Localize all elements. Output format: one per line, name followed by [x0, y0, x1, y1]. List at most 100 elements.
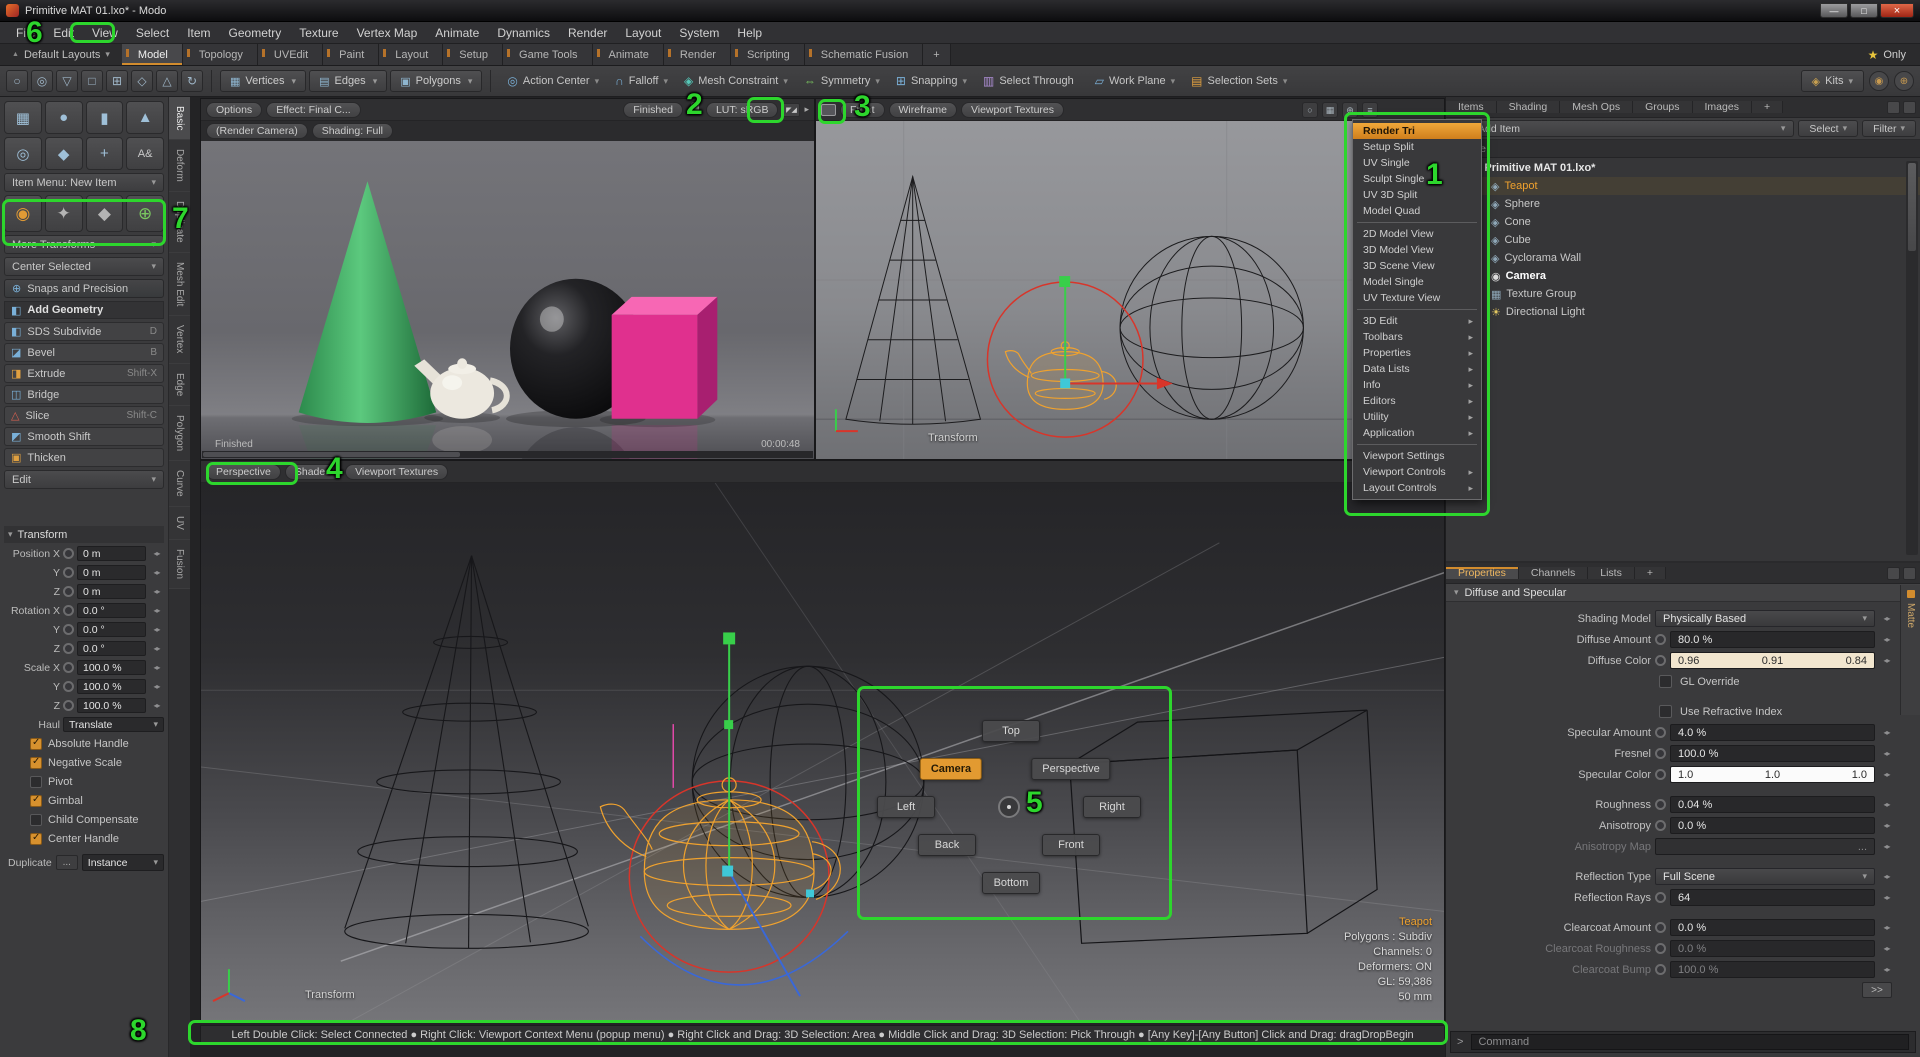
reflection-type-select[interactable]: Full Scene [1655, 868, 1875, 885]
channel-ring-icon[interactable] [1655, 922, 1666, 933]
context-menu-item[interactable]: Model Quad [1353, 203, 1481, 219]
perspective-viewport[interactable]: Perspective Shaded Viewport Textures + [200, 460, 1445, 1022]
menu-item[interactable]: Vertex Map [349, 24, 426, 42]
channel-ring-icon[interactable] [63, 605, 74, 616]
select-button[interactable]: Select [1798, 120, 1859, 137]
toolbar-tool-button[interactable]: ⇔ Symmetry ▾ [796, 70, 888, 92]
context-menu-item[interactable]: Layout Controls ▸ [1353, 480, 1481, 496]
mini-slider-arrows[interactable] [149, 549, 164, 558]
toolbar-tool-button[interactable]: ▤ Selection Sets ▾ [1183, 70, 1295, 92]
default-layouts-dropdown[interactable]: Default Layouts [0, 44, 122, 65]
mini-slider-arrows[interactable] [149, 606, 164, 615]
anisotropy-input[interactable]: 0.0 % [1670, 817, 1875, 834]
menu-item[interactable]: Select [128, 24, 177, 42]
item-row[interactable]: ☀ Directional Light [1446, 303, 1920, 321]
render-shading-dropdown[interactable]: Shading: Full [311, 123, 393, 139]
more-transforms-dropdown[interactable]: More Transforms [4, 235, 164, 254]
numeric-input[interactable]: 0 m [77, 565, 146, 580]
zoom-icon[interactable]: ○ [1302, 102, 1318, 118]
layout-tab[interactable]: Model [121, 44, 183, 65]
toolbar-icon[interactable]: ↻ [181, 70, 203, 92]
item-row[interactable]: ◈ Cyclorama Wall [1446, 249, 1920, 267]
layout-tab[interactable]: Schematic Fusion [804, 44, 924, 65]
context-menu-item[interactable]: Properties ▸ [1353, 345, 1481, 361]
menu-item[interactable]: Render [560, 24, 615, 42]
menu-icon[interactable]: ≡ [1362, 102, 1378, 118]
item-row[interactable]: ◈ Sphere [1446, 195, 1920, 213]
primitive-tool-button[interactable]: ▦ [4, 101, 42, 134]
channel-ring-icon[interactable] [1655, 634, 1666, 645]
numeric-input[interactable]: 100.0 % [77, 698, 146, 713]
mini-slider-arrows[interactable] [1879, 842, 1894, 851]
sidebar-vertical-tab[interactable]: Curve [169, 461, 190, 507]
fresnel-input[interactable]: 100.0 % [1670, 745, 1875, 762]
properties-tab[interactable]: + [1634, 567, 1666, 579]
checkbox[interactable] [30, 756, 42, 769]
context-menu-item[interactable]: Info ▸ [1353, 377, 1481, 393]
toolbar-icon[interactable]: ◎ [31, 70, 53, 92]
numeric-input[interactable]: 100.0 % [77, 679, 146, 694]
mini-slider-arrows[interactable] [1879, 635, 1894, 644]
geometry-tool-button[interactable]: ◨ Extrude Shift-X [4, 364, 164, 383]
geometry-tool-button[interactable]: ▣ Thicken [4, 448, 164, 467]
primitive-tool-button[interactable]: ▮ [85, 101, 124, 134]
mini-slider-arrows[interactable] [149, 701, 164, 710]
numeric-input[interactable]: 0.0 ° [77, 622, 146, 637]
mini-slider-arrows[interactable] [149, 625, 164, 634]
reflection-rays-input[interactable]: 64 [1670, 889, 1875, 906]
only-toggle[interactable]: ★ Only [1854, 44, 1920, 65]
add-item-dropdown[interactable]: Add Item [1469, 120, 1795, 137]
layout-tab[interactable]: Render [663, 44, 731, 65]
front-shading-dropdown[interactable]: Wireframe [888, 101, 957, 118]
nav-right-button[interactable]: Right [1083, 796, 1141, 818]
channel-ring-icon[interactable] [63, 567, 74, 578]
channel-ring-icon[interactable] [63, 700, 74, 711]
item-row[interactable]: ◈ Cube [1446, 231, 1920, 249]
haul-dropdown[interactable]: Translate [63, 717, 164, 732]
front-canvas[interactable]: Transform [816, 121, 1444, 459]
add-geometry-header[interactable]: ◧ Add Geometry [4, 301, 164, 319]
sidebar-vertical-tab[interactable]: Mesh Edit [169, 252, 190, 317]
context-menu-item[interactable]: UV 3D Split [1353, 187, 1481, 203]
toolbar-icon[interactable]: ▽ [56, 70, 78, 92]
selection-mode-button[interactable]: ▣ Polygons [390, 70, 483, 92]
lut-dropdown[interactable]: LUT: sRGB [705, 101, 779, 118]
context-menu-item[interactable] [1357, 222, 1477, 223]
menu-item[interactable]: Geometry [221, 24, 290, 42]
snaps-precision-button[interactable]: ⊕ Snaps and Precision [4, 279, 164, 298]
channel-ring-icon[interactable] [63, 662, 74, 673]
numeric-input[interactable]: 0 m [77, 584, 146, 599]
context-menu-item[interactable]: 3D Edit ▸ [1353, 313, 1481, 329]
item-list-scrollbar[interactable] [1906, 161, 1918, 555]
channel-ring-icon[interactable] [1655, 892, 1666, 903]
channel-ring-icon[interactable] [1655, 964, 1666, 975]
nav-perspective-button[interactable]: Perspective [1031, 758, 1111, 780]
name-column-header[interactable]: Name [1446, 140, 1920, 158]
toolbar-tool-button[interactable]: ◎ Action Center ▾ [499, 70, 607, 92]
context-menu-item[interactable] [1357, 309, 1477, 310]
render-scrollbar[interactable] [202, 451, 813, 458]
item-row[interactable]: ◈ Cone [1446, 213, 1920, 231]
layout-tab[interactable]: Layout [379, 44, 444, 65]
more-properties-button[interactable]: >> [1862, 982, 1892, 998]
grid-icon[interactable]: ▦ [1322, 102, 1338, 118]
layout-tab[interactable]: Animate [592, 44, 664, 65]
context-menu-item[interactable]: UV Texture View [1353, 290, 1481, 306]
menu-item[interactable]: View [84, 24, 126, 42]
menu-item[interactable]: Animate [427, 24, 487, 42]
checkbox[interactable] [30, 794, 42, 807]
nav-camera-button[interactable]: Camera [919, 758, 983, 780]
channel-ring-icon[interactable] [1655, 655, 1666, 666]
front-textures-toggle[interactable]: Viewport Textures [960, 101, 1065, 118]
checkbox[interactable] [30, 813, 42, 826]
context-menu-item[interactable]: Editors ▸ [1353, 393, 1481, 409]
diffuse-amount-input[interactable]: 80.0 % [1670, 631, 1875, 648]
mini-slider-arrows[interactable] [149, 682, 164, 691]
checkbox[interactable] [30, 737, 42, 750]
geometry-tool-button[interactable]: ◪ Bevel B [4, 343, 164, 362]
nav-left-button[interactable]: Left [877, 796, 935, 818]
new-item-icon-button[interactable]: ◆ [85, 195, 124, 232]
checkbox[interactable] [30, 775, 42, 788]
layout-tab[interactable]: + [923, 44, 951, 65]
item-list-tab[interactable]: Items [1446, 101, 1497, 113]
